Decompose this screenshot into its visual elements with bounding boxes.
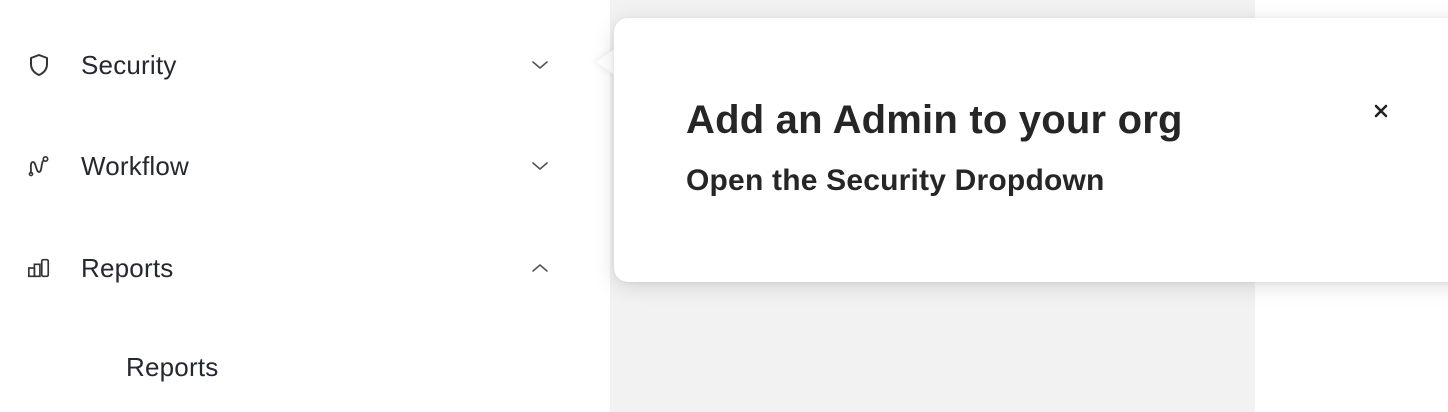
workflow-icon <box>27 154 51 178</box>
chevron-down-icon[interactable] <box>527 52 553 78</box>
sidebar-item-reports[interactable]: Reports <box>0 238 610 298</box>
tour-popover: Add an Admin to your org Open the Securi… <box>614 18 1448 282</box>
chevron-up-icon[interactable] <box>527 255 553 281</box>
sidebar-item-label: Reports <box>81 252 174 283</box>
popover-title: Add an Admin to your org <box>686 98 1183 142</box>
sidebar-subitem-reports[interactable]: Reports <box>0 336 610 396</box>
popover-subtitle: Open the Security Dropdown <box>686 164 1105 197</box>
sidebar-item-label: Security <box>81 49 177 80</box>
close-button[interactable] <box>1366 98 1396 128</box>
chevron-down-icon[interactable] <box>527 153 553 179</box>
sidebar-item-label: Workflow <box>81 150 190 181</box>
bar-chart-icon <box>27 256 51 280</box>
close-icon <box>1373 103 1389 124</box>
sidebar-item-workflow[interactable]: Workflow <box>0 136 610 196</box>
sidebar-subitem-label: Reports <box>126 352 219 382</box>
shield-icon <box>27 53 51 77</box>
sidebar: Security Workflow Reports Reports <box>0 0 610 412</box>
sidebar-item-security[interactable]: Security <box>0 35 610 95</box>
popover-arrow <box>596 48 616 76</box>
